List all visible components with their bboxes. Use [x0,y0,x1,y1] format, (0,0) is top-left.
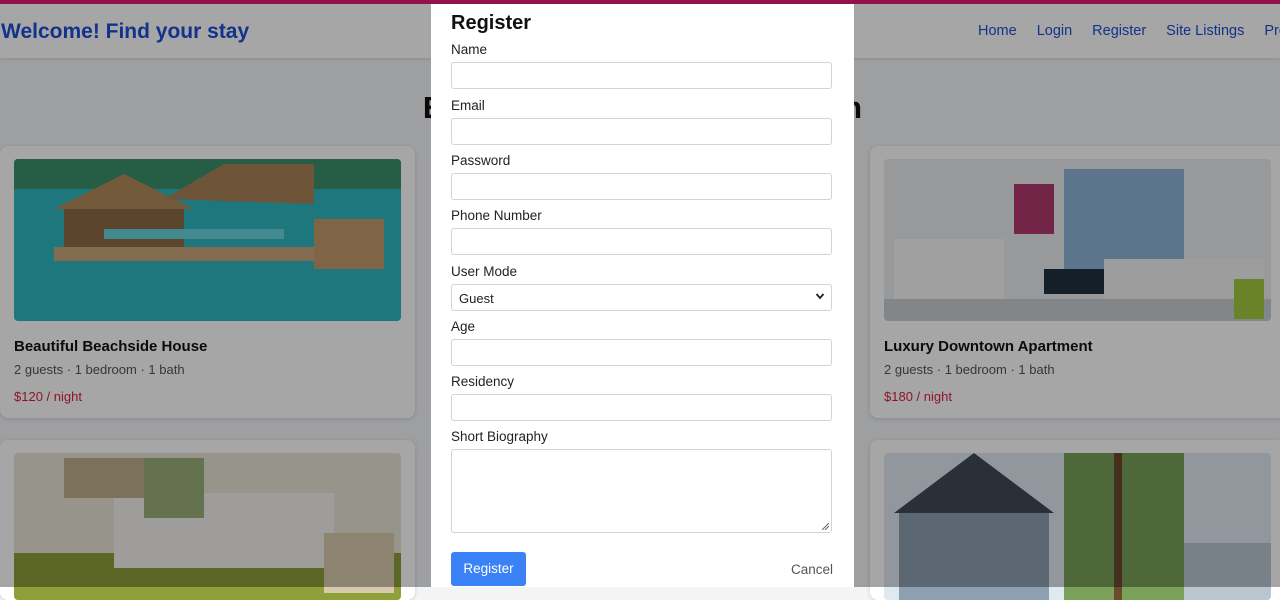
email-label: Email [451,98,485,113]
age-label: Age [451,319,476,334]
user-mode-select[interactable]: Guest [451,284,832,311]
name-label: Name [451,42,488,57]
short-biography-label: Short Biography [451,429,548,444]
password-input[interactable] [451,173,832,200]
user-mode-label: User Mode [451,264,518,279]
password-label: Password [451,153,511,168]
chevron-down-icon [815,293,825,300]
age-input[interactable] [451,339,832,366]
name-input[interactable] [451,62,832,89]
cancel-button[interactable]: Cancel [791,562,833,577]
user-mode-value: Guest [459,291,494,306]
modal-title: Register [451,12,532,34]
phone-number-label: Phone Number [451,208,542,223]
residency-label: Residency [451,374,515,389]
residency-input[interactable] [451,394,832,421]
resize-grip-icon[interactable] [822,523,829,530]
short-biography-textarea[interactable] [451,449,832,533]
register-modal: Register Name Email Password Phone Numbe… [431,4,854,587]
email-input[interactable] [451,118,832,145]
register-submit-button[interactable]: Register [451,552,526,586]
phone-number-input[interactable] [451,228,832,255]
